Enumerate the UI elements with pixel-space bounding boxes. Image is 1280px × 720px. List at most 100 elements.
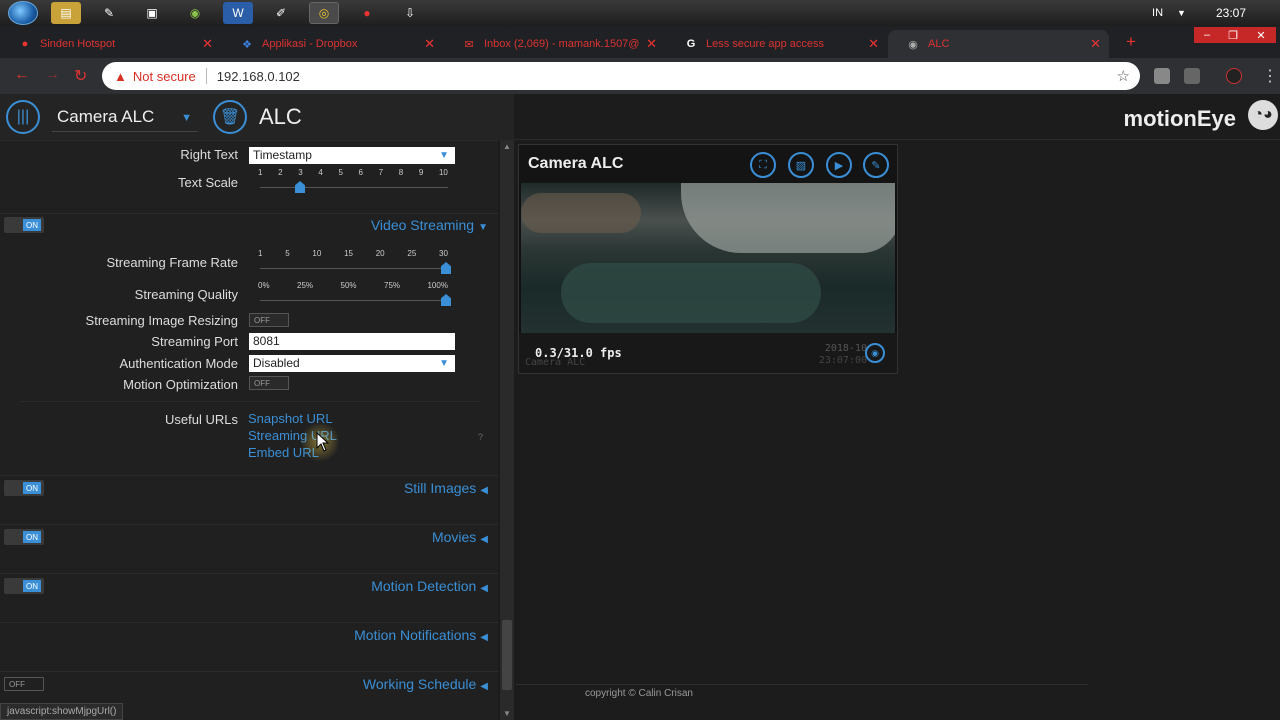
camera-snapshot-icon[interactable]: ◉ [865, 343, 885, 363]
help-icon[interactable]: ? [478, 432, 483, 442]
forward-icon[interactable]: → [44, 66, 60, 84]
close-icon[interactable]: ✕ [868, 36, 879, 52]
motion-detection-toggle[interactable]: ON [4, 578, 44, 594]
tick-label: 6 [358, 168, 363, 177]
movies-toggle[interactable]: ON [4, 529, 44, 545]
close-icon[interactable]: ✕ [646, 36, 657, 52]
working-schedule-section[interactable]: Working Schedule ◀ [363, 676, 488, 692]
new-tab-button[interactable]: + [1126, 32, 1136, 52]
clock[interactable]: 23:07 [1216, 6, 1246, 20]
start-button[interactable] [8, 1, 38, 25]
video-streaming-toggle[interactable]: ON [4, 217, 44, 233]
quality-track[interactable] [260, 300, 448, 301]
recorder-icon[interactable]: ● [352, 2, 382, 24]
minimize-button[interactable]: – [1194, 27, 1220, 43]
caret-left-icon: ◀ [480, 534, 488, 545]
tick-label: 4 [318, 168, 323, 177]
frame-rate-handle[interactable] [441, 262, 451, 274]
video-streaming-section[interactable]: Video Streaming ▼ [371, 217, 488, 233]
bookmark-star-icon[interactable]: ☆ [1117, 67, 1130, 85]
auth-mode-value: Disabled [253, 356, 300, 370]
tab-sinden-hotspot[interactable]: ● Sinden Hotspot ✕ [0, 30, 221, 58]
window-close-button[interactable]: ✕ [1246, 27, 1276, 43]
section-title: Video Streaming [370, 217, 475, 233]
profile-avatar[interactable] [1226, 68, 1242, 84]
close-icon[interactable]: ✕ [202, 36, 213, 52]
trash-icon[interactable]: 🗑 [213, 100, 247, 134]
motion-detection-section[interactable]: Motion Detection ◀ [371, 578, 488, 594]
notepad-icon[interactable]: ✐ [266, 2, 296, 24]
address-bar[interactable]: ▲ Not secure 192.168.0.102 ☆ [102, 62, 1140, 90]
window-icon[interactable]: ▣ [137, 2, 167, 24]
restore-button[interactable]: ❐ [1220, 27, 1246, 43]
frame-rate-track[interactable] [260, 268, 448, 269]
status-url-bar: javascript:showMjpgUrl() [0, 703, 124, 720]
windows-taskbar: ▤ ✎ ▣ ◉ W ✐ ◎ ● ⇩ IN ▼ 23:07 [0, 0, 1280, 26]
scroll-down-icon[interactable]: ▼ [503, 709, 511, 718]
tick-label: 5 [285, 249, 290, 258]
tools-icon[interactable]: ✎ [94, 2, 124, 24]
android-icon[interactable]: ◉ [180, 2, 210, 24]
working-schedule-toggle[interactable]: OFF [4, 677, 44, 691]
toggle-state: ON [23, 219, 41, 231]
settings-header: ||| Camera ALC ▼ 🗑 ALC [0, 94, 514, 140]
play-icon[interactable]: ▶ [826, 152, 852, 178]
auth-mode-select[interactable]: Disabled ▼ [249, 355, 455, 372]
camera-select[interactable]: Camera ALC ▼ [52, 102, 198, 132]
shield-icon[interactable] [1184, 68, 1200, 84]
security-label[interactable]: Not secure [133, 69, 196, 84]
image-resizing-toggle[interactable]: OFF [249, 313, 289, 327]
wrench-icon[interactable]: ✎ [863, 152, 889, 178]
language-indicator[interactable]: IN [1152, 7, 1163, 19]
text-scale-track[interactable] [260, 187, 448, 188]
still-images-section[interactable]: Still Images ◀ [404, 480, 488, 496]
scroll-up-icon[interactable]: ▲ [503, 142, 511, 151]
tab-title: Inbox (2,069) - mamank.1507@ [484, 38, 640, 50]
tab-less-secure[interactable]: G Less secure app access ✕ [666, 30, 887, 58]
port-input[interactable]: 8081 [249, 333, 455, 350]
divider [0, 213, 498, 214]
settings-scrollbar[interactable]: ▲ ▼ [500, 140, 514, 720]
scroll-thumb[interactable] [502, 620, 512, 690]
back-icon[interactable]: ← [14, 66, 30, 84]
quality-handle[interactable] [441, 294, 451, 306]
tab-inbox[interactable]: ✉ Inbox (2,069) - mamank.1507@ ✕ [444, 30, 665, 58]
camera-frame-footer: 0.3/31.0 fps 2018-10 Camera ALC 23:07:00… [519, 333, 897, 373]
motion-notifications-section[interactable]: Motion Notifications ◀ [354, 627, 488, 643]
section-title: Motion Detection [371, 578, 477, 594]
right-text-select[interactable]: Timestamp ▼ [249, 147, 455, 164]
still-images-toggle[interactable]: ON [4, 480, 44, 496]
settings-toggle-button[interactable]: ||| [6, 100, 40, 134]
chrome-icon[interactable]: ◎ [309, 2, 339, 24]
motioneye-header: ||| Camera ALC ▼ 🗑 ALC motionEye ◔◕ [0, 94, 1280, 140]
divider [205, 68, 207, 84]
tab-dropbox[interactable]: ❖ Applikasi - Dropbox ✕ [222, 30, 443, 58]
usb-icon[interactable]: ⇩ [395, 2, 425, 24]
tab-alc[interactable]: ◉ ALC ✕ [888, 30, 1109, 58]
reload-icon[interactable]: ↻ [74, 66, 87, 86]
motion-optimization-toggle[interactable]: OFF [249, 376, 289, 390]
tick-label: 2 [278, 168, 283, 177]
movies-section[interactable]: Movies ◀ [432, 529, 488, 545]
page-title: ALC [259, 104, 302, 129]
warning-icon[interactable]: ▲ [114, 69, 127, 84]
fullscreen-icon[interactable]: ⛶ [750, 152, 776, 178]
camera-frame[interactable]: Camera ALC ⛶ ▨ ▶ ✎ 0.3/31.0 fps 2018-10 … [518, 144, 898, 374]
close-icon[interactable]: ✕ [424, 36, 435, 52]
camera-stream-image[interactable] [521, 183, 895, 333]
tray-chevron-icon[interactable]: ▼ [1177, 8, 1186, 18]
text-scale-handle[interactable] [295, 181, 305, 193]
owl-logo-icon: ◔◕ [1248, 100, 1278, 130]
url-text[interactable]: 192.168.0.102 [217, 69, 300, 84]
close-icon[interactable]: ✕ [1090, 36, 1101, 52]
divider [0, 475, 498, 476]
text-scale-label: Text Scale [178, 175, 238, 190]
extension-icon[interactable] [1154, 68, 1170, 84]
explorer-icon[interactable]: ▤ [51, 2, 81, 24]
red-circle-icon: ● [21, 38, 29, 50]
menu-icon[interactable]: ⋮ [1262, 66, 1278, 86]
chevron-down-icon: ▼ [439, 150, 449, 161]
pictures-icon[interactable]: ▨ [788, 152, 814, 178]
divider [516, 684, 1088, 685]
word-icon[interactable]: W [223, 2, 253, 24]
